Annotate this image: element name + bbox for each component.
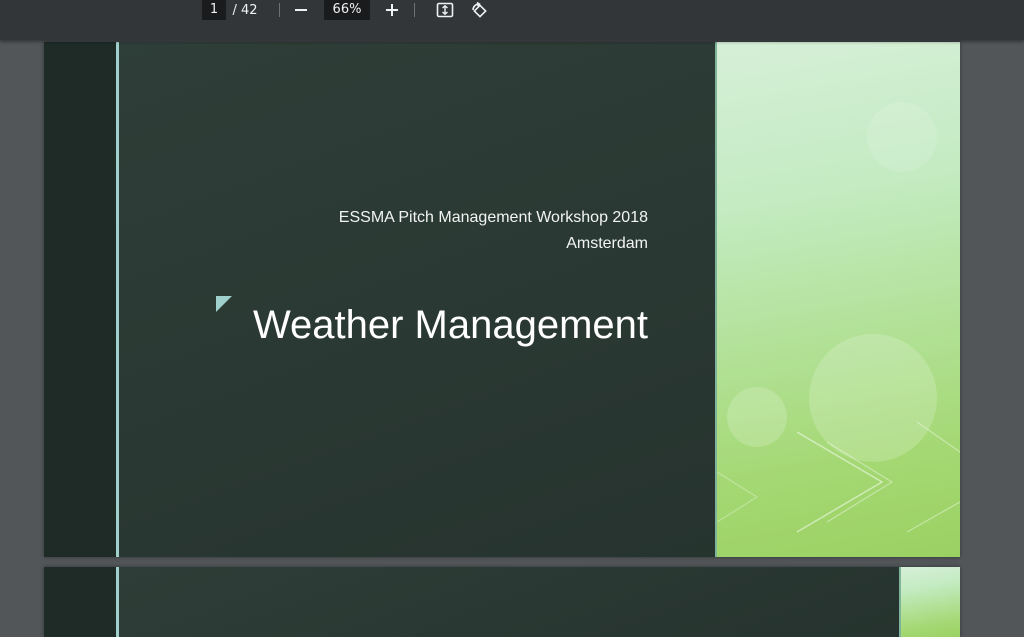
slide-accent-line xyxy=(116,42,119,557)
zoom-in-button[interactable] xyxy=(380,0,404,20)
slide-left-band xyxy=(44,567,116,637)
pdf-toolbar: 1 / 42 66% xyxy=(0,0,1024,40)
fit-page-icon xyxy=(436,2,454,18)
plus-icon xyxy=(386,4,398,16)
chevron-pattern-icon xyxy=(717,421,960,533)
fit-to-page-button[interactable] xyxy=(433,0,457,20)
zoom-out-button[interactable] xyxy=(289,0,313,20)
minus-icon xyxy=(295,9,307,11)
slide-green-panel xyxy=(901,567,960,637)
slide-left-band xyxy=(44,42,116,557)
bokeh-circle xyxy=(867,102,937,172)
rotate-icon xyxy=(472,1,487,18)
slide-accent-line xyxy=(116,567,119,637)
slide-subtitle-line2: Amsterdam xyxy=(566,235,648,252)
page-total: / 42 xyxy=(232,2,258,18)
slide-green-panel xyxy=(717,42,960,557)
page-number-input[interactable]: 1 xyxy=(202,0,226,20)
rotate-button[interactable] xyxy=(467,0,491,20)
zoom-input[interactable]: 66% xyxy=(324,0,370,20)
toolbar-divider xyxy=(279,3,280,17)
slide-page-1: ESSMA Pitch Management Workshop 2018 Ams… xyxy=(44,42,960,557)
slide-subtitle-line1: ESSMA Pitch Management Workshop 2018 xyxy=(338,209,648,226)
slide-title: Weather Management xyxy=(252,303,648,347)
slide-page-2 xyxy=(44,567,960,637)
toolbar-divider xyxy=(414,3,415,17)
